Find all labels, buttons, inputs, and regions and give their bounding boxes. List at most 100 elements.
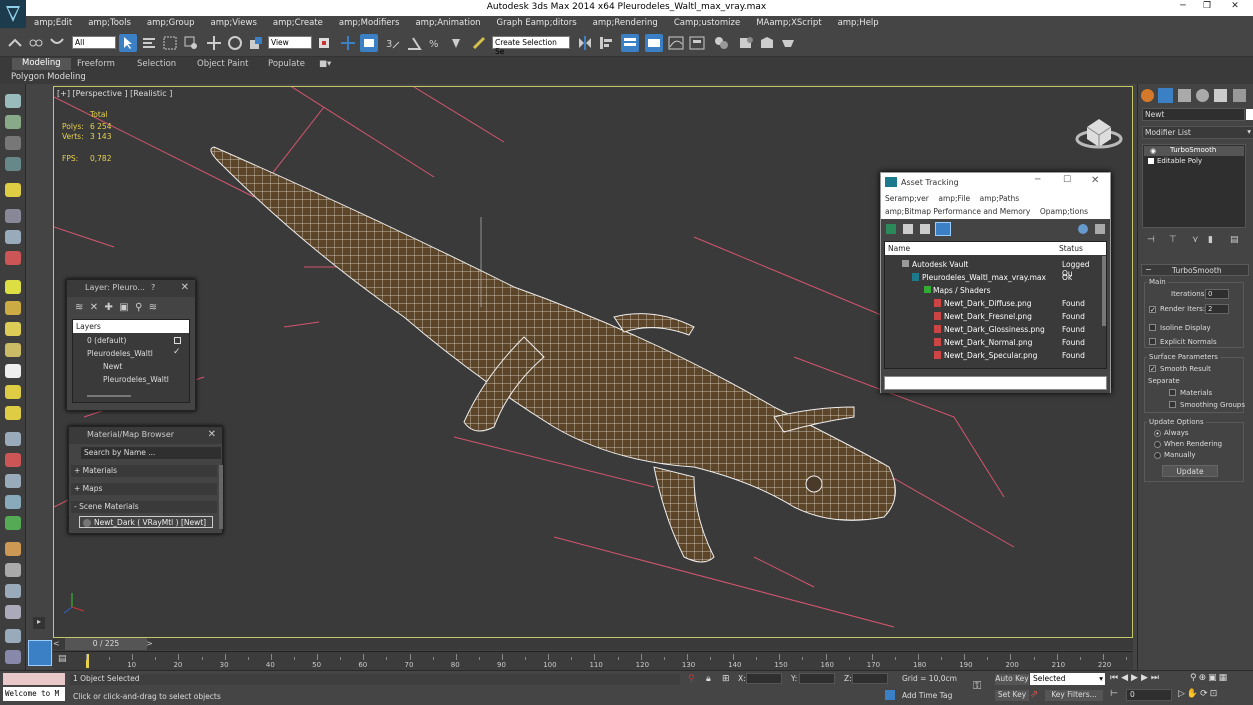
active-layer-check-icon[interactable]: ✓: [173, 347, 181, 357]
sun-icon[interactable]: [5, 385, 21, 399]
select-manipulate-icon[interactable]: [339, 34, 357, 52]
when-rendering-radio[interactable]: [1154, 441, 1161, 448]
material-editor-icon[interactable]: [712, 34, 730, 52]
maps-section[interactable]: + Maps: [71, 483, 217, 495]
smooth-result-checkbox[interactable]: ✓: [1149, 365, 1156, 373]
make-unique-icon[interactable]: ⋎: [1192, 235, 1199, 245]
next-key-icon[interactable]: ▶: [1141, 673, 1151, 683]
z-coord-field[interactable]: [852, 673, 888, 684]
add-to-layer-icon[interactable]: ✚: [105, 302, 113, 313]
rotate-icon[interactable]: [226, 34, 244, 52]
snap-3d-icon[interactable]: 3: [384, 34, 402, 52]
add-time-tag[interactable]: Add Time Tag: [902, 691, 952, 700]
time-slider-thumb[interactable]: 0 / 225: [65, 638, 147, 650]
menu-server[interactable]: Seramp;ver: [885, 194, 929, 203]
y-coord-field[interactable]: [799, 673, 835, 684]
menu-help[interactable]: amp;Help: [830, 16, 887, 28]
paint-icon[interactable]: [5, 251, 21, 265]
sphere-icon[interactable]: [5, 301, 21, 315]
mirror-icon[interactable]: [576, 34, 594, 52]
app-logo-icon[interactable]: [0, 0, 26, 28]
close-icon[interactable]: ✕: [181, 282, 189, 293]
hair-icon[interactable]: [5, 542, 21, 556]
viewport-icon[interactable]: [5, 94, 21, 108]
select-in-layer-icon[interactable]: ▣: [119, 302, 128, 313]
tab-selection[interactable]: Selection: [137, 59, 176, 69]
close-icon[interactable]: ✕: [208, 429, 216, 440]
bind-spacewarp-icon[interactable]: [48, 34, 66, 52]
asset-table-scrollbar[interactable]: [1102, 256, 1106, 326]
delete-layer-icon[interactable]: ✕: [90, 302, 98, 313]
fov-icon[interactable]: ▷: [1178, 689, 1187, 699]
refresh-icon[interactable]: [886, 224, 896, 234]
asset-row[interactable]: Newt_Dark_Fresnel.png Found: [888, 310, 1099, 323]
undo-link-icon[interactable]: [6, 34, 24, 52]
layer-scrollbar[interactable]: [87, 395, 131, 397]
go-to-end-icon[interactable]: ⏭: [1151, 673, 1162, 683]
restore-icon[interactable]: ❐: [1200, 1, 1214, 15]
asset-path-field[interactable]: [884, 376, 1107, 390]
key-mode-toggle-icon[interactable]: ⊢: [1110, 689, 1118, 699]
expand-arrow-icon[interactable]: ▸: [33, 617, 45, 629]
menu-paths[interactable]: amp;Paths: [980, 194, 1020, 203]
pin-stack-icon[interactable]: ⊣: [1147, 235, 1155, 245]
asset-row[interactable]: Newt_Dark_Glossiness.png Found: [888, 323, 1099, 336]
rect-selection-icon[interactable]: [161, 34, 179, 52]
tree-icon[interactable]: [920, 224, 930, 234]
scene-materials-section[interactable]: - Scene Materials: [71, 501, 217, 513]
layer-row[interactable]: Newt: [103, 362, 122, 371]
menu-file[interactable]: amp;File: [938, 194, 970, 203]
newt-model[interactable]: [210, 146, 896, 563]
zoom-extents-all-icon[interactable]: ▦: [1219, 673, 1230, 683]
render-production-icon[interactable]: [779, 34, 797, 52]
menu-group[interactable]: amp;Group: [139, 16, 203, 28]
asset-row[interactable]: Newt_Dark_Normal.png Found: [888, 336, 1099, 349]
asset-row[interactable]: Newt_Dark_Specular.png Found: [888, 349, 1099, 362]
create-tab-icon[interactable]: [1141, 89, 1154, 102]
camera-icon[interactable]: [5, 629, 21, 643]
absolute-mode-icon[interactable]: ⊞: [722, 674, 730, 684]
layer-dialog-header[interactable]: Layer: Pleuro...?: [67, 280, 195, 297]
light-icon[interactable]: [5, 183, 21, 197]
edit-named-selection-icon[interactable]: [470, 34, 488, 52]
time-slider-track[interactable]: < 0 / 225 >: [53, 638, 1133, 650]
list-icon[interactable]: [903, 224, 913, 234]
ribbon-toggle-icon[interactable]: [645, 34, 663, 52]
menu-customize[interactable]: Camp;ustomize: [666, 16, 748, 28]
create-layer-icon[interactable]: ≋: [75, 302, 83, 313]
motion-tab-icon[interactable]: [1196, 89, 1209, 102]
terrain-icon[interactable]: [5, 115, 21, 129]
scene-material-item[interactable]: Newt_Dark ( VRayMtl ) [Newt]: [79, 516, 213, 528]
grid-tool-icon[interactable]: [5, 136, 21, 150]
viewcube-icon[interactable]: [1075, 119, 1123, 149]
status-column-header[interactable]: Status: [1059, 244, 1083, 253]
tab-modeling[interactable]: Modeling: [12, 58, 71, 70]
update-button[interactable]: Update: [1162, 465, 1218, 477]
menu-tools[interactable]: amp;Tools: [80, 16, 139, 28]
prev-key-icon[interactable]: ◀: [1121, 673, 1131, 683]
asset-row[interactable]: Maps / Shaders: [888, 284, 1099, 297]
material-browser-header[interactable]: Material/Map Browser: [69, 427, 222, 444]
key-icon[interactable]: ⚿: [973, 679, 981, 693]
menu-rendering[interactable]: amp;Rendering: [585, 16, 666, 28]
pin-icon[interactable]: ⚲: [688, 674, 695, 684]
zoom-all-icon[interactable]: ⊕: [1199, 673, 1209, 683]
curve-editor-icon[interactable]: [667, 34, 685, 52]
auto-key-button[interactable]: Auto Key: [995, 674, 1029, 685]
minimize-icon[interactable]: ─: [1176, 1, 1190, 15]
maximize-viewport-icon[interactable]: ⊡: [1210, 689, 1220, 699]
menu-bitmap-performance[interactable]: amp;Bitmap Performance and Memory: [885, 207, 1030, 216]
select-by-name-icon[interactable]: [140, 34, 158, 52]
settings-icon[interactable]: [5, 650, 21, 664]
object-color-swatch[interactable]: [1246, 109, 1253, 120]
torus-icon[interactable]: [5, 343, 21, 357]
bones-icon[interactable]: [5, 474, 21, 488]
scale-icon[interactable]: [247, 34, 265, 52]
help-icon[interactable]: ?: [151, 283, 155, 292]
layer-manager-icon[interactable]: [621, 34, 639, 52]
render-iters-spinner[interactable]: 2: [1205, 304, 1229, 314]
modifier-list-dropdown[interactable]: Modifier List ▾: [1142, 126, 1253, 139]
selection-filter-dropdown[interactable]: All: [72, 36, 116, 49]
reference-coord-dropdown[interactable]: View: [268, 36, 312, 49]
display-tab-icon[interactable]: [1214, 89, 1227, 102]
